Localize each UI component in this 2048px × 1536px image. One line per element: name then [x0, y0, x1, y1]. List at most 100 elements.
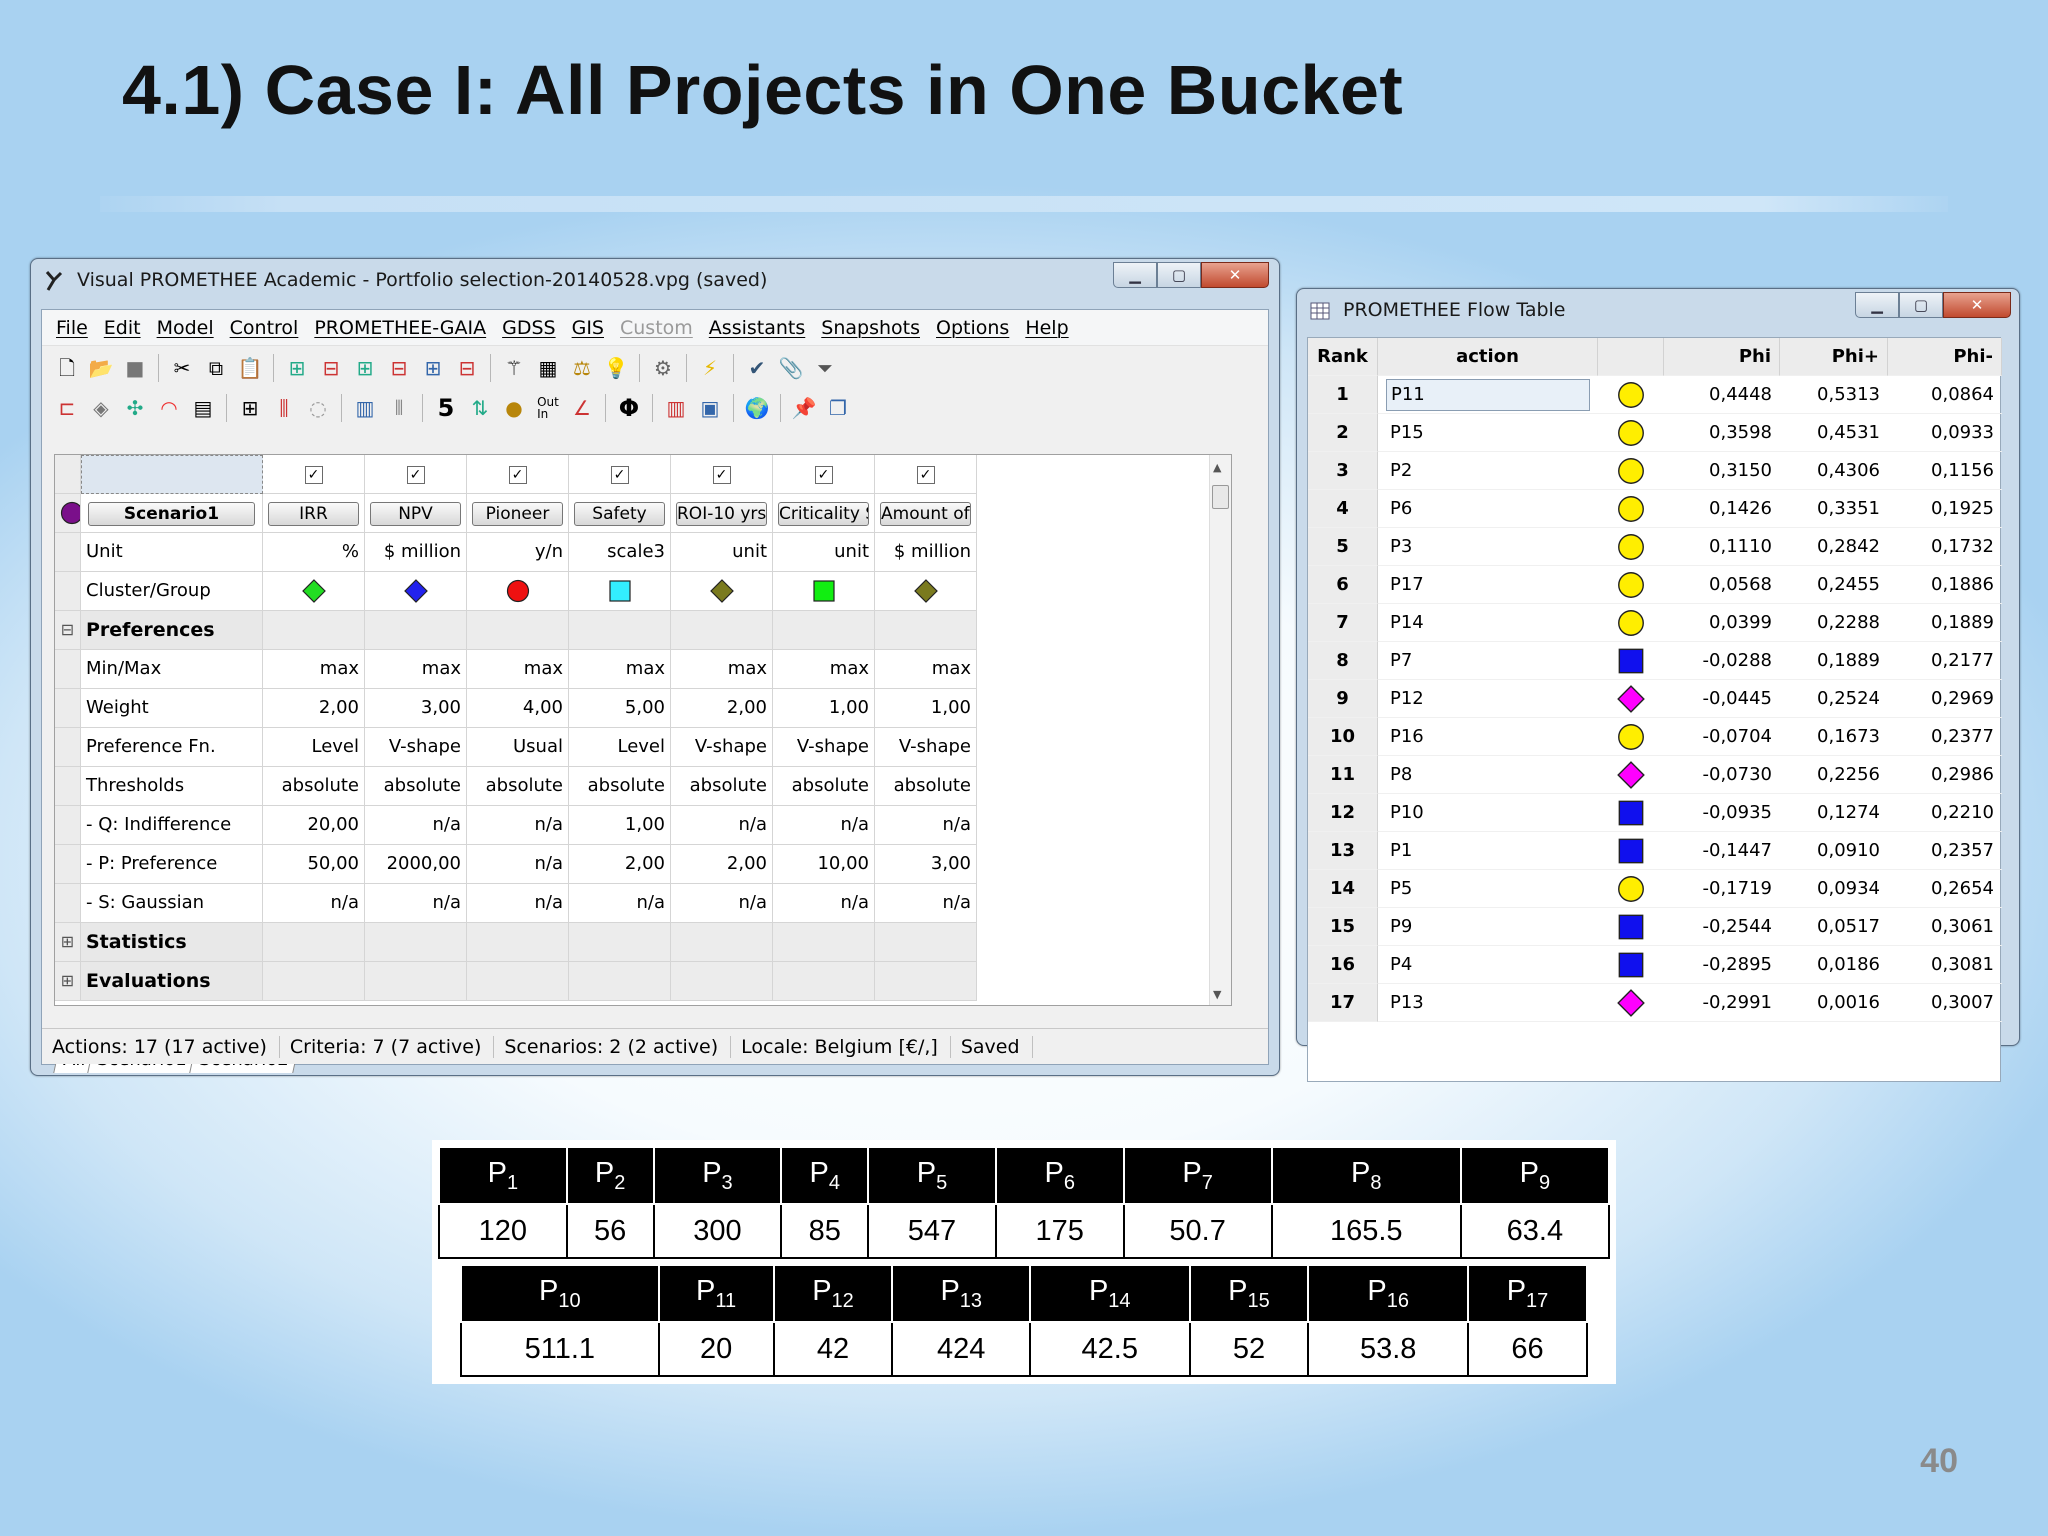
calculator-icon[interactable]: ▦: [534, 354, 562, 382]
value-cell[interactable]: absolute: [263, 767, 365, 806]
image-icon[interactable]: ▣: [696, 394, 724, 422]
flow-table-row[interactable]: 2 P15 0,3598 0,4531 0,0933: [1308, 414, 2002, 452]
flow-table-row[interactable]: 11 P8 -0,0730 0,2256 0,2986: [1308, 756, 2002, 794]
value-cell[interactable]: n/a: [263, 884, 365, 923]
value-cell[interactable]: max: [365, 650, 467, 689]
flow-table-row[interactable]: 3 P2 0,3150 0,4306 0,1156: [1308, 452, 2002, 490]
value-cell[interactable]: n/a: [671, 806, 773, 845]
phi-icon[interactable]: Φ: [615, 394, 643, 422]
flow-table-row[interactable]: 14 P5 -0,1719 0,0934 0,2654: [1308, 870, 2002, 908]
windows-icon[interactable]: ❐: [824, 394, 852, 422]
value-cell[interactable]: %: [263, 533, 365, 572]
sort-icon[interactable]: ⇅: [466, 394, 494, 422]
value-cell[interactable]: n/a: [875, 884, 977, 923]
remove-action-icon[interactable]: ⊟: [317, 354, 345, 382]
value-cell[interactable]: max: [875, 650, 977, 689]
value-cell[interactable]: V-shape: [365, 728, 467, 767]
criterion-active-checkbox[interactable]: ✓: [814, 466, 833, 484]
criteria-grid[interactable]: ▲ ▼ ✓ ✓ ✓ ✓ ✓ ✓ ✓ Scenario1 IRR NPV Pioneer Safety R…: [54, 454, 1232, 1006]
value-cell[interactable]: 10,00: [773, 845, 875, 884]
value-cell[interactable]: n/a: [467, 845, 569, 884]
flow-table-row[interactable]: 16 P4 -0,2895 0,0186 0,3081: [1308, 946, 2002, 984]
filter-icon[interactable]: ⏷: [811, 354, 839, 382]
save-icon[interactable]: ■: [121, 354, 149, 382]
remove-scenario-icon[interactable]: ⊟: [453, 354, 481, 382]
value-cell[interactable]: max: [569, 650, 671, 689]
maximize-button[interactable]: ▢: [1899, 292, 1943, 318]
bars-icon[interactable]: ⦀: [385, 394, 413, 422]
close-button[interactable]: ✕: [1201, 262, 1269, 288]
close-button[interactable]: ✕: [1943, 292, 2011, 318]
value-cell[interactable]: V-shape: [773, 728, 875, 767]
paste-icon[interactable]: 📋: [236, 354, 264, 382]
expand-icon[interactable]: ⊞: [61, 971, 74, 990]
open-folder-icon[interactable]: 📂: [87, 354, 115, 382]
value-cell[interactable]: absolute: [365, 767, 467, 806]
flow-table-row[interactable]: 13 P1 -0,1447 0,0910 0,2357: [1308, 832, 2002, 870]
value-cell[interactable]: 50,00: [263, 845, 365, 884]
gear-icon[interactable]: ⚙: [649, 354, 677, 382]
menu-file[interactable]: File: [56, 317, 88, 339]
criterion-button[interactable]: Pioneer: [472, 502, 563, 526]
value-cell[interactable]: n/a: [773, 806, 875, 845]
value-cell[interactable]: unit: [773, 533, 875, 572]
criterion-button[interactable]: NPV: [370, 502, 461, 526]
value-cell[interactable]: 4,00: [467, 689, 569, 728]
value-cell[interactable]: max: [467, 650, 569, 689]
criterion-active-checkbox[interactable]: ✓: [610, 466, 629, 484]
criterion-active-checkbox[interactable]: ✓: [712, 466, 731, 484]
flow-table-row[interactable]: 7 P14 0,0399 0,2288 0,1889: [1308, 604, 2002, 642]
check-icon[interactable]: ✔: [743, 354, 771, 382]
value-cell[interactable]: 20,00: [263, 806, 365, 845]
curve-icon[interactable]: ∠: [568, 394, 596, 422]
value-cell[interactable]: n/a: [875, 806, 977, 845]
criterion-active-checkbox[interactable]: ✓: [406, 466, 425, 484]
criterion-button[interactable]: Amount of D...: [880, 502, 971, 526]
value-cell[interactable]: Level: [263, 728, 365, 767]
value-cell[interactable]: n/a: [773, 884, 875, 923]
menu-snapshots[interactable]: Snapshots: [821, 317, 920, 339]
five-icon[interactable]: 5: [432, 394, 460, 422]
criterion-active-checkbox[interactable]: ✓: [508, 466, 527, 484]
walking-weights-icon[interactable]: ⫼: [270, 394, 298, 422]
criterion-active-checkbox[interactable]: ✓: [916, 466, 935, 484]
criterion-button[interactable]: Criticality Score: [778, 502, 869, 526]
minimize-button[interactable]: ▁: [1855, 292, 1899, 318]
value-cell[interactable]: 1,00: [773, 689, 875, 728]
copy-icon[interactable]: ⧉: [202, 354, 230, 382]
flow-table-row[interactable]: 10 P16 -0,0704 0,1673 0,2377: [1308, 718, 2002, 756]
value-cell[interactable]: absolute: [671, 767, 773, 806]
value-cell[interactable]: Usual: [467, 728, 569, 767]
flow-table-row[interactable]: 17 P13 -0,2991 0,0016 0,3007: [1308, 984, 2002, 1022]
add-action-icon[interactable]: ⊞: [283, 354, 311, 382]
menu-custom[interactable]: Custom: [620, 317, 693, 339]
globe-icon[interactable]: 🌍: [743, 394, 771, 422]
pin-icon[interactable]: 📌: [790, 394, 818, 422]
value-cell[interactable]: n/a: [365, 806, 467, 845]
expand-icon[interactable]: ⊞: [61, 932, 74, 951]
chart-bars-icon[interactable]: ▥: [662, 394, 690, 422]
menu-promethee-gaia[interactable]: PROMETHEE-GAIA: [314, 317, 486, 339]
value-cell[interactable]: y/n: [467, 533, 569, 572]
value-cell[interactable]: n/a: [365, 884, 467, 923]
value-cell[interactable]: max: [773, 650, 875, 689]
menu-edit[interactable]: Edit: [104, 317, 141, 339]
flow-table-row[interactable]: 6 P17 0,0568 0,2455 0,1886: [1308, 566, 2002, 604]
cut-icon[interactable]: ✂: [168, 354, 196, 382]
value-cell[interactable]: 2,00: [263, 689, 365, 728]
value-cell[interactable]: V-shape: [875, 728, 977, 767]
rainbow-icon[interactable]: ◠: [155, 394, 183, 422]
flow-table-row[interactable]: 15 P9 -0,2544 0,0517 0,3061: [1308, 908, 2002, 946]
add-scenario-icon[interactable]: ⊞: [419, 354, 447, 382]
value-cell[interactable]: absolute: [875, 767, 977, 806]
value-cell[interactable]: 2,00: [569, 845, 671, 884]
value-cell[interactable]: n/a: [467, 884, 569, 923]
scenario-button[interactable]: Scenario1: [88, 502, 255, 526]
value-cell[interactable]: 1,00: [875, 689, 977, 728]
menu-model[interactable]: Model: [157, 317, 214, 339]
menu-assistants[interactable]: Assistants: [709, 317, 805, 339]
criterion-button[interactable]: ROI-10 yrs: [676, 502, 767, 526]
lightning-icon[interactable]: ⚡: [696, 354, 724, 382]
new-file-icon[interactable]: 🗋: [53, 354, 81, 382]
menu-gis[interactable]: GIS: [572, 317, 604, 339]
